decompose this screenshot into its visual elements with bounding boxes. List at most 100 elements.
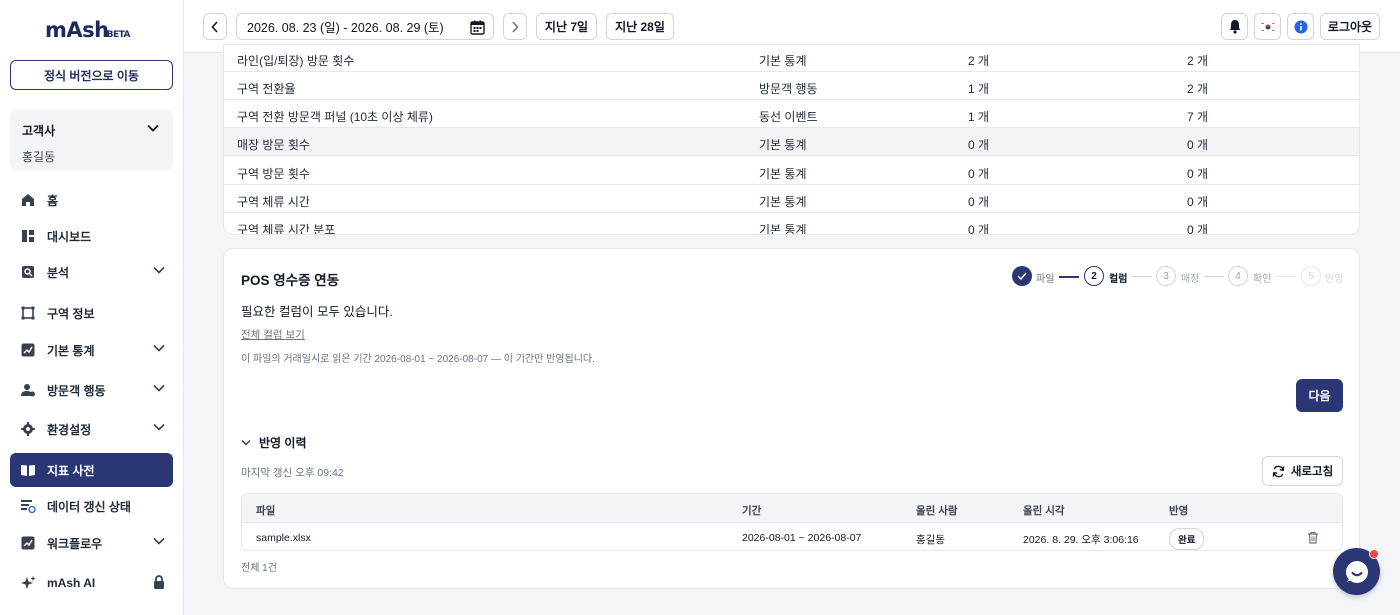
sidebar-item-label: 대시보드	[47, 229, 92, 244]
calendar-icon	[470, 20, 485, 35]
sparkle-icon	[20, 575, 36, 591]
workflow-icon	[20, 535, 36, 551]
last-7-days-button[interactable]: 지난 7일	[536, 13, 597, 40]
status-badge: 완료	[1169, 528, 1205, 550]
table-row[interactable]: 구역 체류 시간 분포 기본 통계 0 개 0 개	[224, 213, 1359, 235]
refresh-button[interactable]: 새로고침	[1262, 456, 1343, 486]
prev-week-button[interactable]	[203, 13, 227, 40]
table-row[interactable]: 구역 방문 횟수 기본 통계 0 개 0 개	[224, 157, 1359, 185]
chevron-right-icon	[512, 20, 519, 33]
metric-count-a: 0 개	[968, 138, 990, 152]
step-1-complete[interactable]	[1012, 266, 1032, 286]
sidebar-item-basic-stats[interactable]: 기본 통계	[10, 333, 173, 367]
customer-selector[interactable]: 고객사 홍길동	[10, 110, 173, 170]
metric-count-b: 7 개	[1187, 110, 1209, 124]
notifications-button[interactable]	[1221, 13, 1248, 40]
info-button[interactable]	[1287, 13, 1314, 40]
sidebar-item-visitor-behavior[interactable]: 방문객 행동	[10, 373, 173, 407]
chevron-down-icon	[153, 266, 165, 274]
step-4[interactable]: 4	[1228, 266, 1248, 286]
step-label: 컬럼	[1109, 274, 1128, 285]
dashboard-icon	[20, 228, 36, 244]
last-28-days-button[interactable]: 지난 28일	[606, 13, 674, 40]
logo[interactable]: mAshBETA	[45, 18, 131, 42]
table-row[interactable]: 구역 전환 방문객 퍼널 (10초 이상 체류) 동선 이벤트 1 개 7 개	[224, 100, 1359, 128]
sidebar-item-home[interactable]: 홈	[10, 183, 173, 217]
metric-name: 구역 방문 횟수	[237, 167, 310, 181]
sidebar-item-zone-info[interactable]: 구역 정보	[10, 296, 173, 330]
sidebar-item-analysis[interactable]: 분석	[10, 255, 173, 289]
lock-icon	[154, 575, 164, 589]
sidebar-item-metric-dictionary[interactable]: 지표 사전	[10, 453, 173, 487]
language-button[interactable]	[1254, 13, 1281, 40]
sidebar-item-label: 홈	[47, 193, 59, 208]
period-note: 이 파일의 거래일시로 읽은 기간 2026-08-01 ~ 2026-08-0…	[241, 354, 595, 365]
metric-count-b: 0 개	[1187, 223, 1209, 235]
metric-count-b: 0 개	[1187, 195, 1209, 209]
step-label: 매장	[1181, 274, 1200, 285]
next-button[interactable]: 다음	[1296, 379, 1343, 412]
zone-icon	[20, 305, 36, 321]
logout-button[interactable]: 로그아웃	[1320, 13, 1380, 40]
book-icon	[20, 462, 36, 478]
metric-name: 구역 체류 시간 분포	[237, 223, 336, 235]
metric-count-b: 0 개	[1187, 138, 1209, 152]
sidebar-item-label: 데이터 갱신 상태	[47, 499, 131, 514]
validation-message: 필요한 컬럼이 모두 있습니다.	[241, 305, 393, 319]
table-row[interactable]: 매장 방문 횟수 기본 통계 0 개 0 개	[224, 128, 1359, 156]
table-row[interactable]: 구역 체류 시간 기본 통계 0 개 0 개	[224, 185, 1359, 213]
metric-name: 매장 방문 횟수	[237, 138, 310, 152]
step-5[interactable]: 5	[1301, 266, 1321, 286]
date-range-text: 2026. 08. 23 (일) - 2026. 08. 29 (토)	[247, 21, 444, 35]
trash-icon[interactable]	[1307, 531, 1319, 544]
sidebar-item-data-refresh-status[interactable]: 데이터 갱신 상태	[10, 489, 173, 523]
korea-flag-icon	[1259, 20, 1276, 33]
info-icon	[1294, 20, 1307, 33]
history-title: 반영 이력	[259, 436, 307, 450]
metric-category: 기본 통계	[759, 223, 807, 235]
table-row[interactable]: 라인(입/퇴장) 방문 횟수 기본 통계 2 개 2 개	[224, 45, 1359, 72]
upload-time: 2026. 8. 29. 오후 3:06:16	[1023, 534, 1139, 546]
official-version-button[interactable]: 정식 버전으로 이동	[10, 60, 173, 90]
check-icon	[1017, 272, 1027, 280]
sidebar-item-label: 분석	[47, 265, 70, 280]
sidebar-item-dashboard[interactable]: 대시보드	[10, 219, 173, 253]
sidebar-item-label: 워크플로우	[47, 536, 103, 551]
refresh-icon	[1272, 465, 1285, 477]
logo-beta: BETA	[106, 30, 131, 40]
sidebar-item-label: 기본 통계	[47, 343, 95, 358]
sidebar-item-label: 방문객 행동	[47, 383, 106, 398]
sidebar: mAshBETA 정식 버전으로 이동 고객사 홍길동 홈 대시보드 분석 구역…	[0, 0, 184, 615]
last-updated-text: 마지막 갱신 오후 09:42	[241, 467, 344, 479]
history-table: 파일 기간 올린 사람 올린 시각 반영 sample.xlsx 2026-08…	[241, 493, 1343, 551]
table-row[interactable]: sample.xlsx 2026-08-01 ~ 2026-08-07 홍길동 …	[242, 523, 1342, 550]
history-toggle[interactable]: 반영 이력	[241, 434, 307, 451]
metric-category: 기본 통계	[759, 54, 807, 68]
chevron-down-icon	[153, 384, 165, 392]
view-all-columns-link[interactable]: 전체 컬럼 보기	[241, 327, 305, 342]
chevron-down-icon	[241, 440, 251, 446]
settings-icon	[20, 421, 36, 437]
step-label: 파일	[1036, 274, 1055, 285]
sidebar-item-label: 환경설정	[47, 422, 92, 437]
metric-count-a: 0 개	[968, 223, 990, 235]
next-week-button[interactable]	[503, 13, 527, 40]
step-3[interactable]: 3	[1156, 266, 1176, 286]
metric-name: 구역 전환 방문객 퍼널 (10초 이상 체류)	[237, 110, 433, 124]
chevron-down-icon	[147, 124, 159, 132]
sidebar-item-workflow[interactable]: 워크플로우	[10, 526, 173, 560]
metric-category: 기본 통계	[759, 138, 807, 152]
table-row[interactable]: 구역 전환율 방문객 행동 1 개 2 개	[224, 72, 1359, 100]
metric-count-a: 0 개	[968, 195, 990, 209]
step-2-current[interactable]: 2	[1084, 266, 1104, 286]
logo-text: mAsh	[45, 18, 109, 42]
sidebar-item-settings[interactable]: 환경설정	[10, 412, 173, 446]
customer-title: 고객사	[22, 124, 56, 138]
sidebar-item-label: 구역 정보	[47, 306, 95, 321]
sidebar-item-label: mAsh AI	[47, 576, 96, 590]
chevron-down-icon	[153, 344, 165, 352]
sidebar-item-mash-ai[interactable]: mAsh AI	[10, 566, 173, 600]
file-name: sample.xlsx	[256, 532, 311, 544]
date-range-picker[interactable]: 2026. 08. 23 (일) - 2026. 08. 29 (토)	[236, 13, 494, 40]
step-label: 확인	[1253, 274, 1272, 285]
